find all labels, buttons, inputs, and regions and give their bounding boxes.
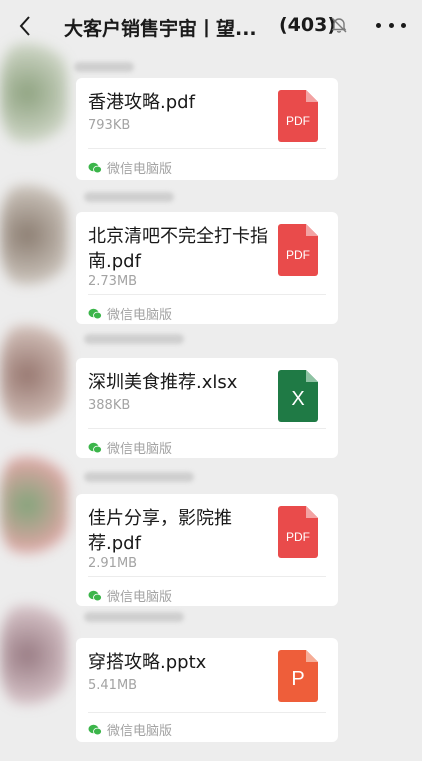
pdf-file-icon: PDF <box>278 90 318 142</box>
wechat-icon <box>88 308 102 319</box>
bell-off-icon <box>330 16 348 34</box>
file-size: 793KB <box>88 118 131 133</box>
source-label: 微信电脑版 <box>88 438 172 457</box>
avatar[interactable] <box>0 180 68 290</box>
sender-name <box>84 334 184 344</box>
sender-name <box>74 62 134 72</box>
sender-name <box>84 192 174 202</box>
avatar[interactable] <box>0 600 68 710</box>
avatar[interactable] <box>0 320 68 430</box>
file-message[interactable]: 穿搭攻略.pptx 5.41MB P 微信电脑版 <box>76 638 338 742</box>
file-name: 香港攻略.pdf <box>88 92 195 113</box>
powerpoint-file-icon: P <box>278 650 318 702</box>
sender-name <box>84 612 184 622</box>
file-name: 佳片分享，影院推荐.pdf <box>88 508 232 554</box>
wechat-icon <box>88 724 102 735</box>
file-type-label: PDF <box>286 530 310 544</box>
file-size: 5.41MB <box>88 678 138 693</box>
more-dots-icon <box>376 22 381 28</box>
more-button[interactable] <box>376 14 406 36</box>
source-label: 微信电脑版 <box>88 720 172 739</box>
wechat-icon <box>88 162 102 173</box>
file-message[interactable]: 佳片分享，影院推荐.pdf 2.91MB PDF 微信电脑版 <box>76 494 338 606</box>
source-label: 微信电脑版 <box>88 304 172 323</box>
pdf-file-icon: PDF <box>278 506 318 558</box>
file-message[interactable]: 香港攻略.pdf 793KB PDF 微信电脑版 <box>76 78 338 180</box>
file-type-label: PDF <box>286 114 310 128</box>
back-button[interactable] <box>14 13 36 39</box>
chat-title[interactable]: 大客户销售宇宙丨望... <box>64 14 274 41</box>
sender-name <box>84 472 194 482</box>
file-type-label: X <box>291 388 305 410</box>
chevron-left-icon <box>19 16 30 36</box>
file-message[interactable]: 深圳美食推荐.xlsx 388KB X 微信电脑版 <box>76 358 338 458</box>
file-name: 深圳美食推荐.xlsx <box>88 372 238 393</box>
file-message[interactable]: 北京清吧不完全打卡指南.pdf 2.73MB PDF 微信电脑版 <box>76 212 338 324</box>
member-count: (403) <box>279 14 337 36</box>
file-name: 穿搭攻略.pptx <box>88 652 207 673</box>
source-label: 微信电脑版 <box>88 158 172 177</box>
pdf-file-icon: PDF <box>278 224 318 276</box>
wechat-icon <box>88 590 102 601</box>
avatar[interactable] <box>0 450 68 560</box>
wechat-icon <box>88 442 102 453</box>
file-name: 北京清吧不完全打卡指南.pdf <box>88 226 268 272</box>
file-size: 2.73MB <box>88 274 138 289</box>
chat-header: 大客户销售宇宙丨望... (403) <box>0 0 422 52</box>
source-label: 微信电脑版 <box>88 586 172 605</box>
file-type-label: PDF <box>286 248 310 262</box>
avatar[interactable] <box>0 38 68 148</box>
file-type-label: P <box>291 668 305 690</box>
file-size: 388KB <box>88 398 131 413</box>
file-size: 2.91MB <box>88 556 138 571</box>
excel-file-icon: X <box>278 370 318 422</box>
